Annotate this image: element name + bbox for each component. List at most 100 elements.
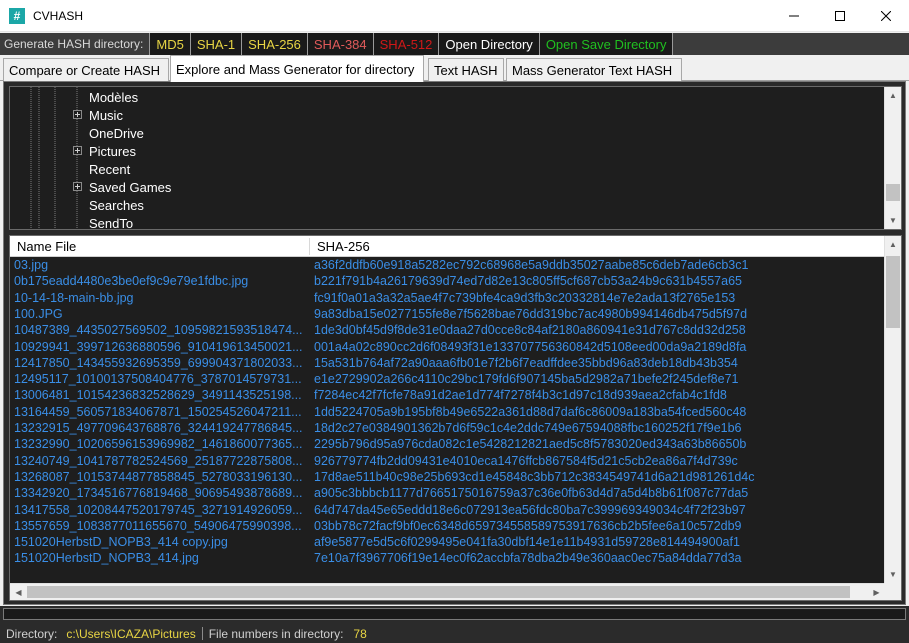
sha256-cell: a36f2ddfb60e918a5282ec792c68968e5a9ddb35… bbox=[314, 258, 749, 272]
table-row[interactable]: 12495117_10100137508404776_3787014579731… bbox=[10, 372, 885, 389]
file-hash-list[interactable]: Name File SHA-256 03.jpg a36f2ddfb60e918a… bbox=[9, 235, 902, 601]
tree-node[interactable]: SendTo bbox=[10, 214, 880, 230]
tab-explore-and-mass-generator-for-directory[interactable]: Explore and Mass Generator for directory bbox=[170, 55, 424, 82]
minimize-button[interactable] bbox=[771, 0, 817, 32]
scroll-left-arrow-icon[interactable]: ◀ bbox=[10, 584, 27, 600]
tree-vertical-scrollbar[interactable]: ▲ ▼ bbox=[884, 87, 901, 229]
status-info: Directory: c:\Users\ICAZA\Pictures File … bbox=[0, 624, 909, 643]
table-row[interactable]: 13417558_10208447520179745_3271914926059… bbox=[10, 503, 885, 520]
table-row[interactable]: 13268087_10153744877858845_5278033196130… bbox=[10, 470, 885, 487]
scroll-thumb[interactable] bbox=[27, 586, 850, 598]
table-row[interactable]: 10-14-18-main-bb.jpg fc91f0a01a3a32a5ae4f… bbox=[10, 291, 885, 308]
generate-sha-256-button[interactable]: SHA-256 bbox=[241, 33, 307, 55]
tree-node-label: Recent bbox=[89, 161, 131, 177]
file-name-cell: 13232915_497709643768876_324419247786845… bbox=[14, 421, 303, 435]
sha256-cell: af9e5877e5d5c6f0299495e041fa30dbf14e1e11… bbox=[314, 535, 740, 550]
expand-plus-icon[interactable] bbox=[73, 146, 82, 155]
table-row[interactable]: 13006481_10154236832528629_3491143525198… bbox=[10, 388, 885, 405]
tree-node[interactable]: Recent bbox=[10, 160, 880, 178]
file-name-cell: 100.JPG bbox=[14, 306, 63, 321]
table-row[interactable]: 10929941_399712636880596_910419613450021… bbox=[10, 340, 885, 357]
sha256-cell: 2295b796d95a976cda082c1e5428212821aed5c8… bbox=[314, 437, 747, 452]
sha256-cell: 9a83dba15e0277155fe8e7f5628bae76dd319bc7… bbox=[314, 306, 748, 321]
tree-node-label: Modèles bbox=[89, 89, 139, 105]
sha256-cell: 001a4a02c890cc2d6f08493f31e1337077563608… bbox=[314, 339, 747, 354]
table-row[interactable]: 10487389_4435027569502_10959821593518474… bbox=[10, 323, 885, 340]
tree-node[interactable]: Saved Games bbox=[10, 178, 880, 196]
tab-mass-generator-text-hash[interactable]: Mass Generator Text HASH bbox=[506, 58, 682, 81]
scroll-right-arrow-icon[interactable]: ▶ bbox=[868, 584, 885, 600]
file-name-cell: 0b175eadd4480e3be0ef9c9e79e1fdbc.jpg bbox=[14, 274, 249, 289]
expand-plus-icon[interactable] bbox=[73, 182, 82, 191]
tab-text-hash[interactable]: Text HASH bbox=[428, 58, 504, 81]
scroll-thumb[interactable] bbox=[886, 256, 900, 328]
generate-md5-button[interactable]: MD5 bbox=[149, 33, 190, 55]
maximize-icon bbox=[835, 11, 845, 21]
sha256-cell: 03bb78c72facf9bf0ec6348d6597345585897539… bbox=[314, 518, 742, 533]
file-name-cell: 03.jpg bbox=[14, 258, 49, 272]
sha256-cell: 1dd5224705a9b195bf8b49e6522a361d88d7daf6… bbox=[314, 404, 747, 419]
expand-plus-icon[interactable] bbox=[73, 110, 82, 119]
app-hash-icon: # bbox=[9, 7, 25, 24]
tree-node[interactable]: Music bbox=[10, 106, 880, 124]
table-row[interactable]: 03.jpg a36f2ddfb60e918a5282ec792c68968e5a… bbox=[10, 258, 885, 275]
sha256-cell: 64d747da45e65eddd18e6c072913ea56fdc80ba7… bbox=[314, 502, 746, 517]
tree-node-label: Pictures bbox=[89, 143, 136, 159]
title-bar: # CVHASH bbox=[0, 0, 909, 32]
tree-node-label: Searches bbox=[89, 197, 144, 213]
progress-strip bbox=[3, 608, 906, 620]
table-row[interactable]: 151020HerbstD_NOPB3_414.jpg 7e10a7f396770… bbox=[10, 551, 885, 568]
column-header-name-file[interactable]: Name File bbox=[10, 236, 309, 257]
table-row[interactable]: 13232990_10206596153969982_1461860077365… bbox=[10, 437, 885, 454]
table-row[interactable]: 100.JPG 9a83dba15e0277155fe8e7f5628bae76d… bbox=[10, 307, 885, 324]
scroll-up-arrow-icon[interactable]: ▲ bbox=[885, 236, 901, 253]
sha256-cell: 1de3d0bf45d9f8de31e0daa27d0cce8c84af2180… bbox=[314, 323, 746, 338]
table-row[interactable]: 12417850_143455932695359_699904371802033… bbox=[10, 356, 885, 373]
minimize-icon bbox=[789, 15, 799, 17]
file-name-cell: 13240749_1041787782524569_25187722875808… bbox=[14, 453, 303, 468]
tab-compare-or-create-hash[interactable]: Compare or Create HASH bbox=[3, 58, 169, 81]
file-name-cell: 13342920_1734516776819468_90695493878689… bbox=[14, 486, 303, 501]
generate-sha-384-button[interactable]: SHA-384 bbox=[306, 33, 373, 55]
close-icon bbox=[881, 11, 891, 21]
tree-node-label: Music bbox=[89, 107, 123, 123]
file-name-cell: 10929941_399712636880596_910419613450021… bbox=[14, 339, 303, 354]
table-row[interactable]: 13240749_1041787782524569_25187722875808… bbox=[10, 454, 885, 471]
file-name-cell: 13164459_560571834067871_150254526047211… bbox=[14, 404, 302, 419]
generate-hash-toolbar: Generate HASH directory: MD5 SHA-1 SHA-256… bbox=[0, 33, 909, 55]
file-name-cell: 13557659_1083877011655670_54906475990398… bbox=[14, 518, 302, 533]
directory-value: c:\Users\ICAZA\Pictures bbox=[66, 626, 196, 641]
table-row[interactable]: 13232915_497709643768876_324419247786845… bbox=[10, 421, 885, 438]
scroll-up-arrow-icon[interactable]: ▲ bbox=[885, 87, 901, 104]
maximize-button[interactable] bbox=[817, 0, 863, 32]
window-title: CVHASH bbox=[33, 8, 84, 23]
list-header: Name File SHA-256 bbox=[10, 236, 885, 257]
file-name-cell: 151020HerbstD_NOPB3_414.jpg bbox=[14, 551, 199, 566]
close-button[interactable] bbox=[863, 0, 909, 32]
generate-sha-1-button[interactable]: SHA-1 bbox=[189, 33, 242, 55]
tree-node[interactable]: Pictures bbox=[10, 142, 880, 160]
tree-node[interactable]: OneDrive bbox=[10, 124, 880, 142]
table-row[interactable]: 0b175eadd4480e3be0ef9c9e79e1fdbc.jpg b221… bbox=[10, 274, 885, 291]
directory-tree[interactable]: Modèles Music OneDrive Pictures Recent Saved … bbox=[9, 86, 902, 230]
table-row[interactable]: 13557659_1083877011655670_54906475990398… bbox=[10, 519, 885, 536]
scroll-down-arrow-icon[interactable]: ▼ bbox=[885, 212, 901, 229]
tree-node-label: SendTo bbox=[89, 215, 134, 230]
generate-open-save-directory-button[interactable]: Open Save Directory bbox=[538, 33, 674, 55]
table-row[interactable]: 13342920_1734516776819468_90695493878689… bbox=[10, 486, 885, 503]
scroll-down-arrow-icon[interactable]: ▼ bbox=[885, 566, 901, 583]
list-vertical-scrollbar[interactable]: ▲ ▼ bbox=[884, 236, 901, 583]
table-row[interactable]: 151020HerbstD_NOPB3_414 copy.jpg af9e5877… bbox=[10, 535, 885, 552]
tree-node-label: Saved Games bbox=[89, 179, 172, 195]
tree-node[interactable]: Modèles bbox=[10, 88, 880, 106]
sha256-cell: 15a531b764af72a90aaa6fb01e7f2b6f7eadffde… bbox=[314, 355, 738, 370]
generate-sha-512-button[interactable]: SHA-512 bbox=[372, 33, 439, 55]
table-row[interactable]: 13164459_560571834067871_150254526047211… bbox=[10, 405, 885, 422]
tree-node[interactable]: Searches bbox=[10, 196, 880, 214]
file-name-cell: 151020HerbstD_NOPB3_414 copy.jpg bbox=[14, 535, 228, 550]
generate-open-directory-button[interactable]: Open Directory bbox=[438, 33, 539, 55]
list-horizontal-scrollbar[interactable]: ◀ ▶ bbox=[10, 583, 885, 600]
status-separator bbox=[201, 627, 203, 640]
column-header-sha256[interactable]: SHA-256 bbox=[310, 236, 885, 257]
scroll-thumb[interactable] bbox=[886, 184, 900, 201]
